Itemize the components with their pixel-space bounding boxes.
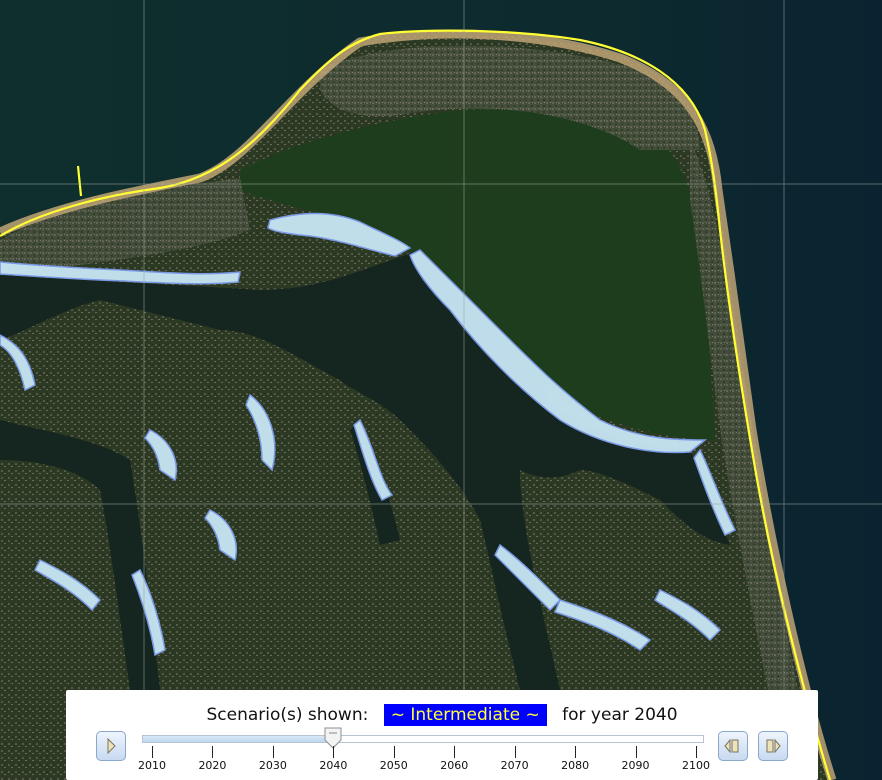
year-tick-label: 2080 <box>561 759 590 772</box>
year-tick-label: 2060 <box>440 759 469 772</box>
year-tick <box>575 746 577 758</box>
year-slider-track[interactable] <box>142 735 704 743</box>
play-icon <box>107 737 116 755</box>
year-tick <box>393 746 395 758</box>
year-tick-label: 2020 <box>198 759 227 772</box>
year-tick <box>696 746 697 758</box>
year-tick <box>635 746 637 758</box>
year-tick <box>454 746 456 758</box>
scenario-badge[interactable]: ~ Intermediate ~ <box>383 704 547 726</box>
year-tick-label: 2010 <box>138 759 166 772</box>
step-back-icon <box>724 738 739 754</box>
year-tick-label: 2070 <box>500 759 529 772</box>
satellite-map[interactable] <box>0 0 882 780</box>
scenario-caption: Scenario(s) shown: ~ Intermediate ~ for … <box>66 704 818 726</box>
year-tick-label: 2050 <box>379 759 408 772</box>
step-back-button[interactable] <box>718 731 748 761</box>
step-forward-icon <box>766 738 781 754</box>
timeline-control-panel: Scenario(s) shown: ~ Intermediate ~ for … <box>66 690 818 780</box>
year-tick <box>272 746 274 758</box>
year-slider-fill <box>143 736 335 742</box>
caption-prefix: Scenario(s) shown: <box>206 705 369 725</box>
step-forward-button[interactable] <box>758 731 788 761</box>
play-button[interactable] <box>96 731 126 761</box>
year-tick <box>212 746 214 758</box>
year-tick-label: 2090 <box>621 759 650 772</box>
caption-suffix: for year 2040 <box>562 705 678 725</box>
year-tick <box>514 746 516 758</box>
year-tick-label: 2040 <box>319 759 348 772</box>
year-tick-label: 2030 <box>258 759 287 772</box>
year-tick-label: 2100 <box>682 759 710 772</box>
year-tick <box>152 746 153 758</box>
year-tick <box>333 746 335 758</box>
